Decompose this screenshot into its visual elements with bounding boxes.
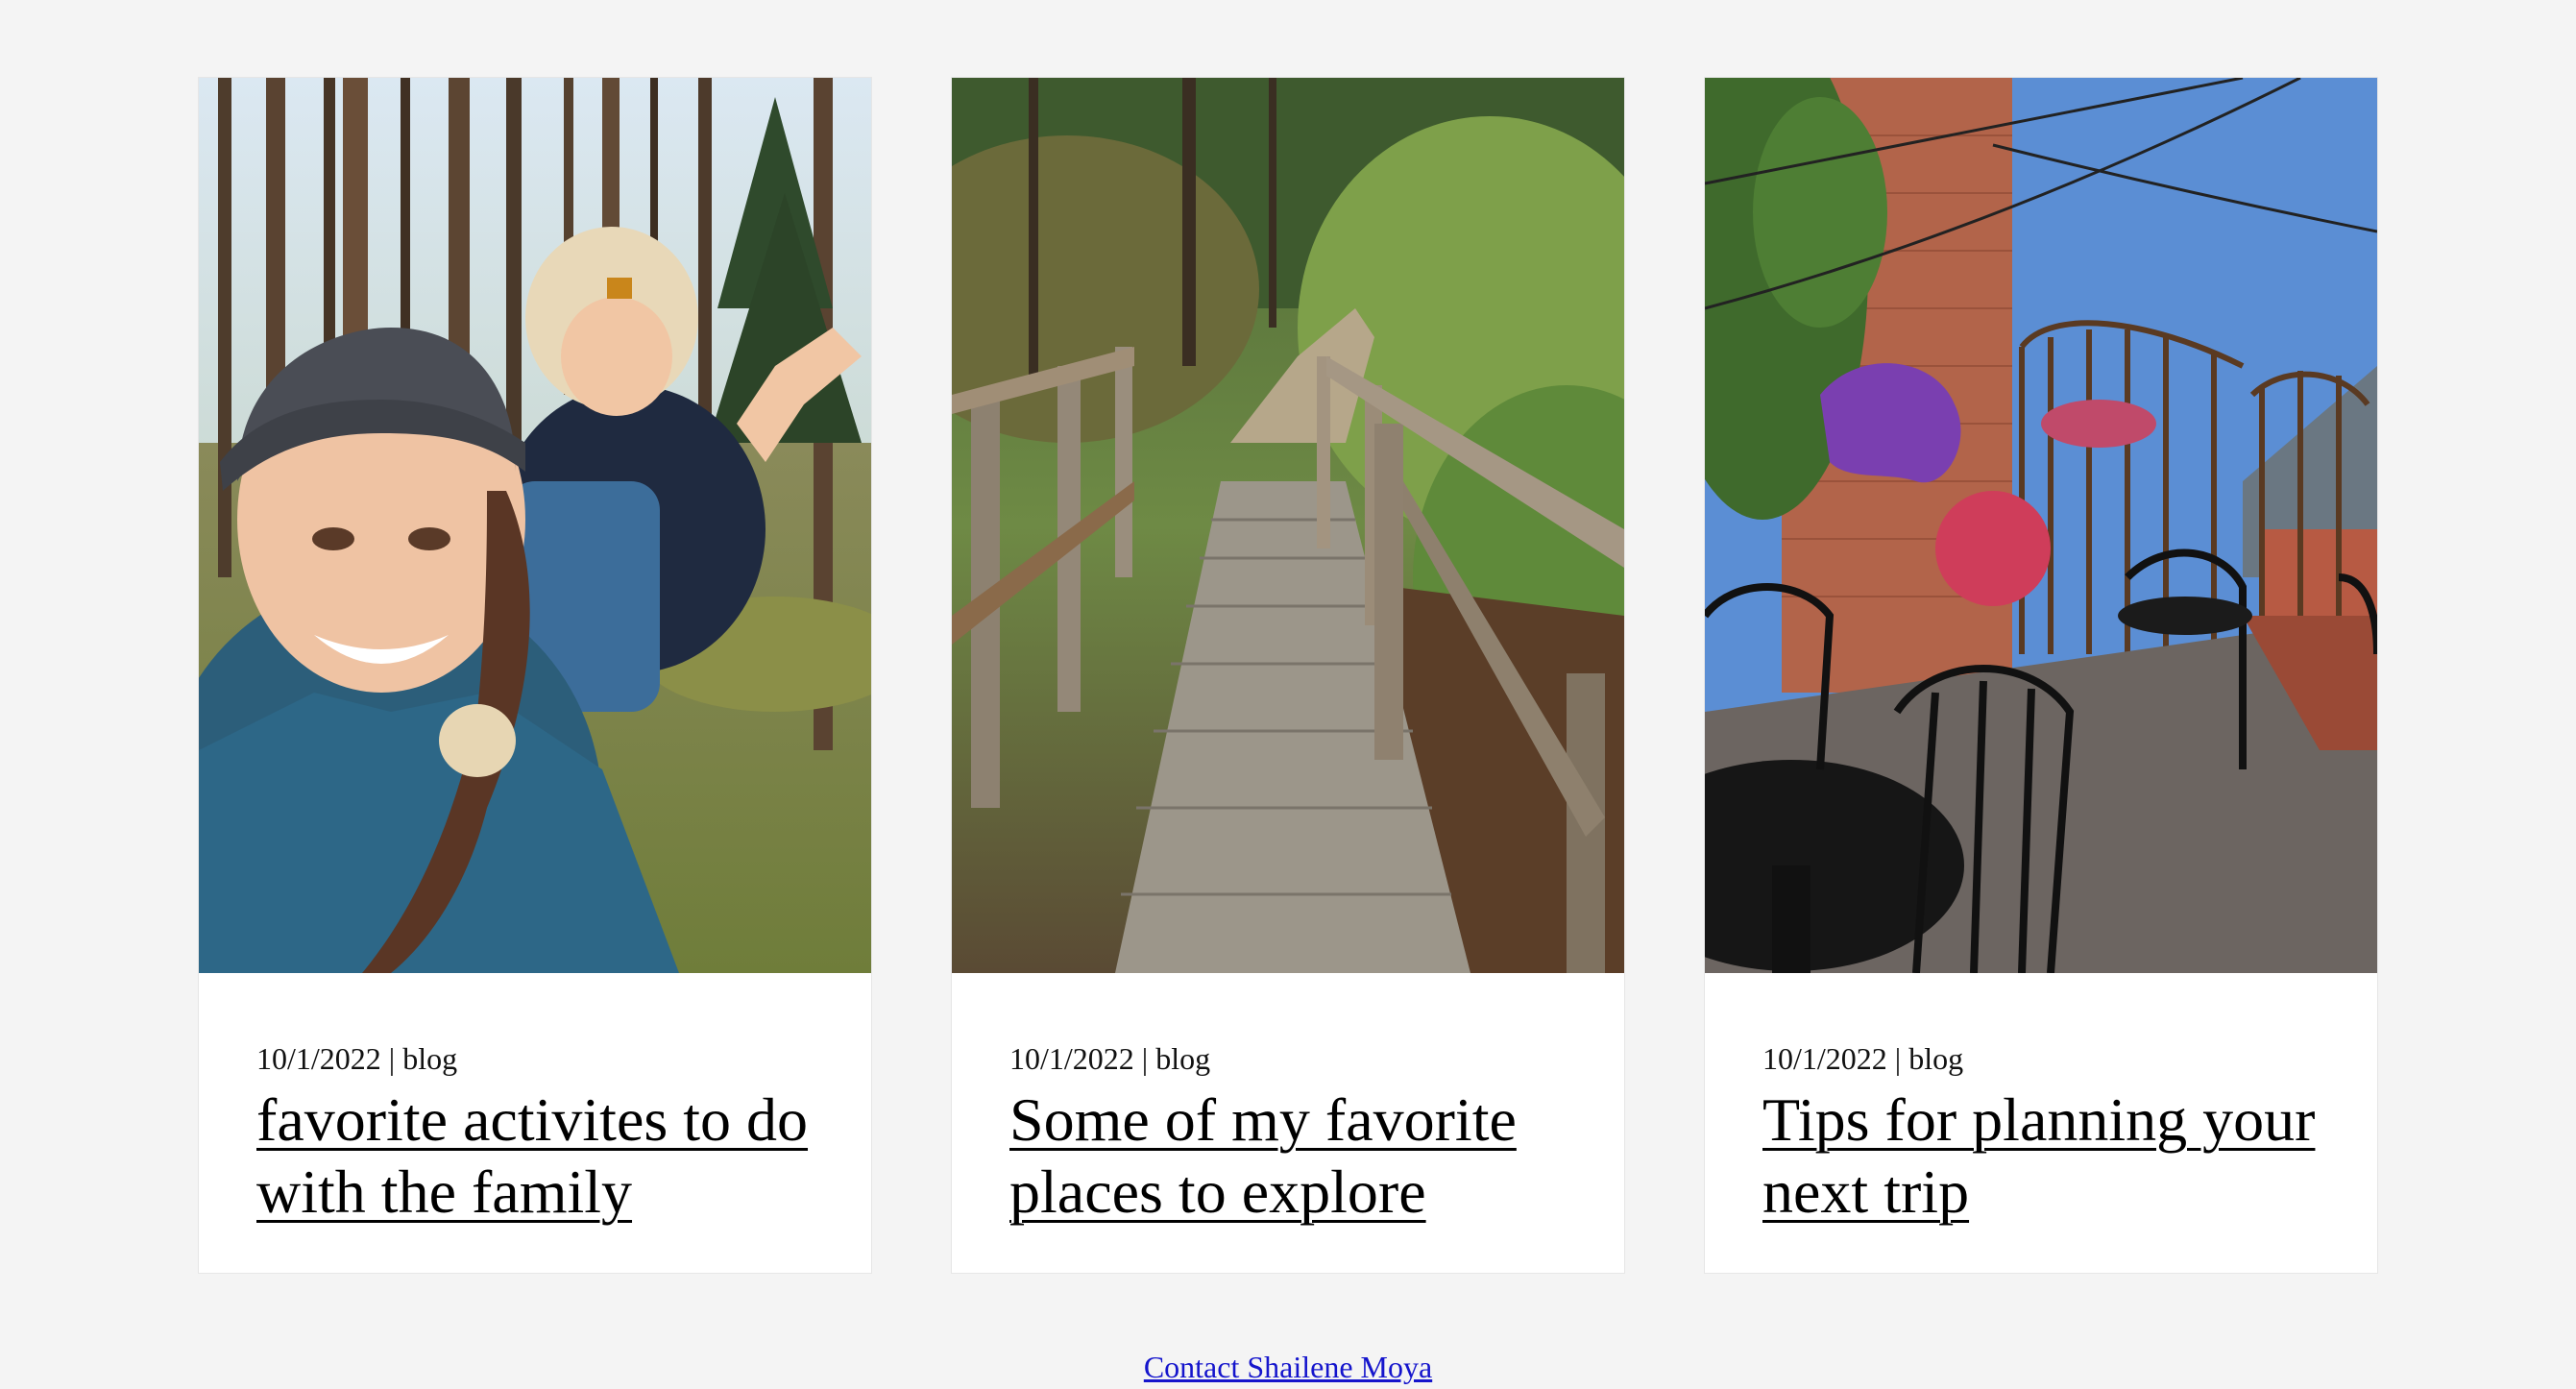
footbridge-photo: [952, 78, 1624, 973]
post-title-link[interactable]: Some of my favorite places to explore: [1009, 1085, 1517, 1226]
blog-post-card[interactable]: 10/1/2022 | blog Tips for planning your ne…: [1704, 77, 2378, 1274]
post-date: 10/1/2022: [1762, 1041, 1887, 1076]
blog-post-card[interactable]: 10/1/2022 | blog favorite activites to do …: [198, 77, 872, 1274]
post-title-link[interactable]: Tips for planning your next trip: [1762, 1085, 2315, 1226]
post-title-link[interactable]: favorite activites to do with the family: [256, 1085, 808, 1226]
post-date: 10/1/2022: [256, 1041, 381, 1076]
page-footer: Contact Shailene Moya: [0, 1350, 2576, 1385]
post-body: 10/1/2022 | blog Tips for planning your ne…: [1705, 973, 2377, 1229]
contact-link[interactable]: Contact Shailene Moya: [1144, 1350, 1432, 1384]
blog-post-card[interactable]: 10/1/2022 | blog Some of my favorite place…: [951, 77, 1625, 1274]
meta-separator: |: [1894, 1041, 1902, 1076]
rooftop-patio-photo: [1705, 78, 2377, 973]
post-body: 10/1/2022 | blog Some of my favorite place…: [952, 973, 1624, 1229]
post-image-footbridge[interactable]: [952, 78, 1624, 973]
post-body: 10/1/2022 | blog favorite activites to do …: [199, 973, 871, 1229]
post-category[interactable]: blog: [1155, 1041, 1210, 1076]
post-meta: 10/1/2022 | blog: [1762, 1040, 2320, 1077]
family-hike-photo: [199, 78, 871, 973]
meta-separator: |: [388, 1041, 396, 1076]
post-meta: 10/1/2022 | blog: [1009, 1040, 1567, 1077]
post-category[interactable]: blog: [402, 1041, 457, 1076]
post-date: 10/1/2022: [1009, 1041, 1134, 1076]
post-image-rooftop-patio[interactable]: [1705, 78, 2377, 973]
meta-separator: |: [1141, 1041, 1149, 1076]
post-meta: 10/1/2022 | blog: [256, 1040, 814, 1077]
post-image-family-hike[interactable]: [199, 78, 871, 973]
page: 10/1/2022 | blog favorite activites to do …: [0, 0, 2576, 1389]
blog-post-grid: 10/1/2022 | blog favorite activites to do …: [198, 77, 2378, 1274]
post-category[interactable]: blog: [1908, 1041, 1963, 1076]
